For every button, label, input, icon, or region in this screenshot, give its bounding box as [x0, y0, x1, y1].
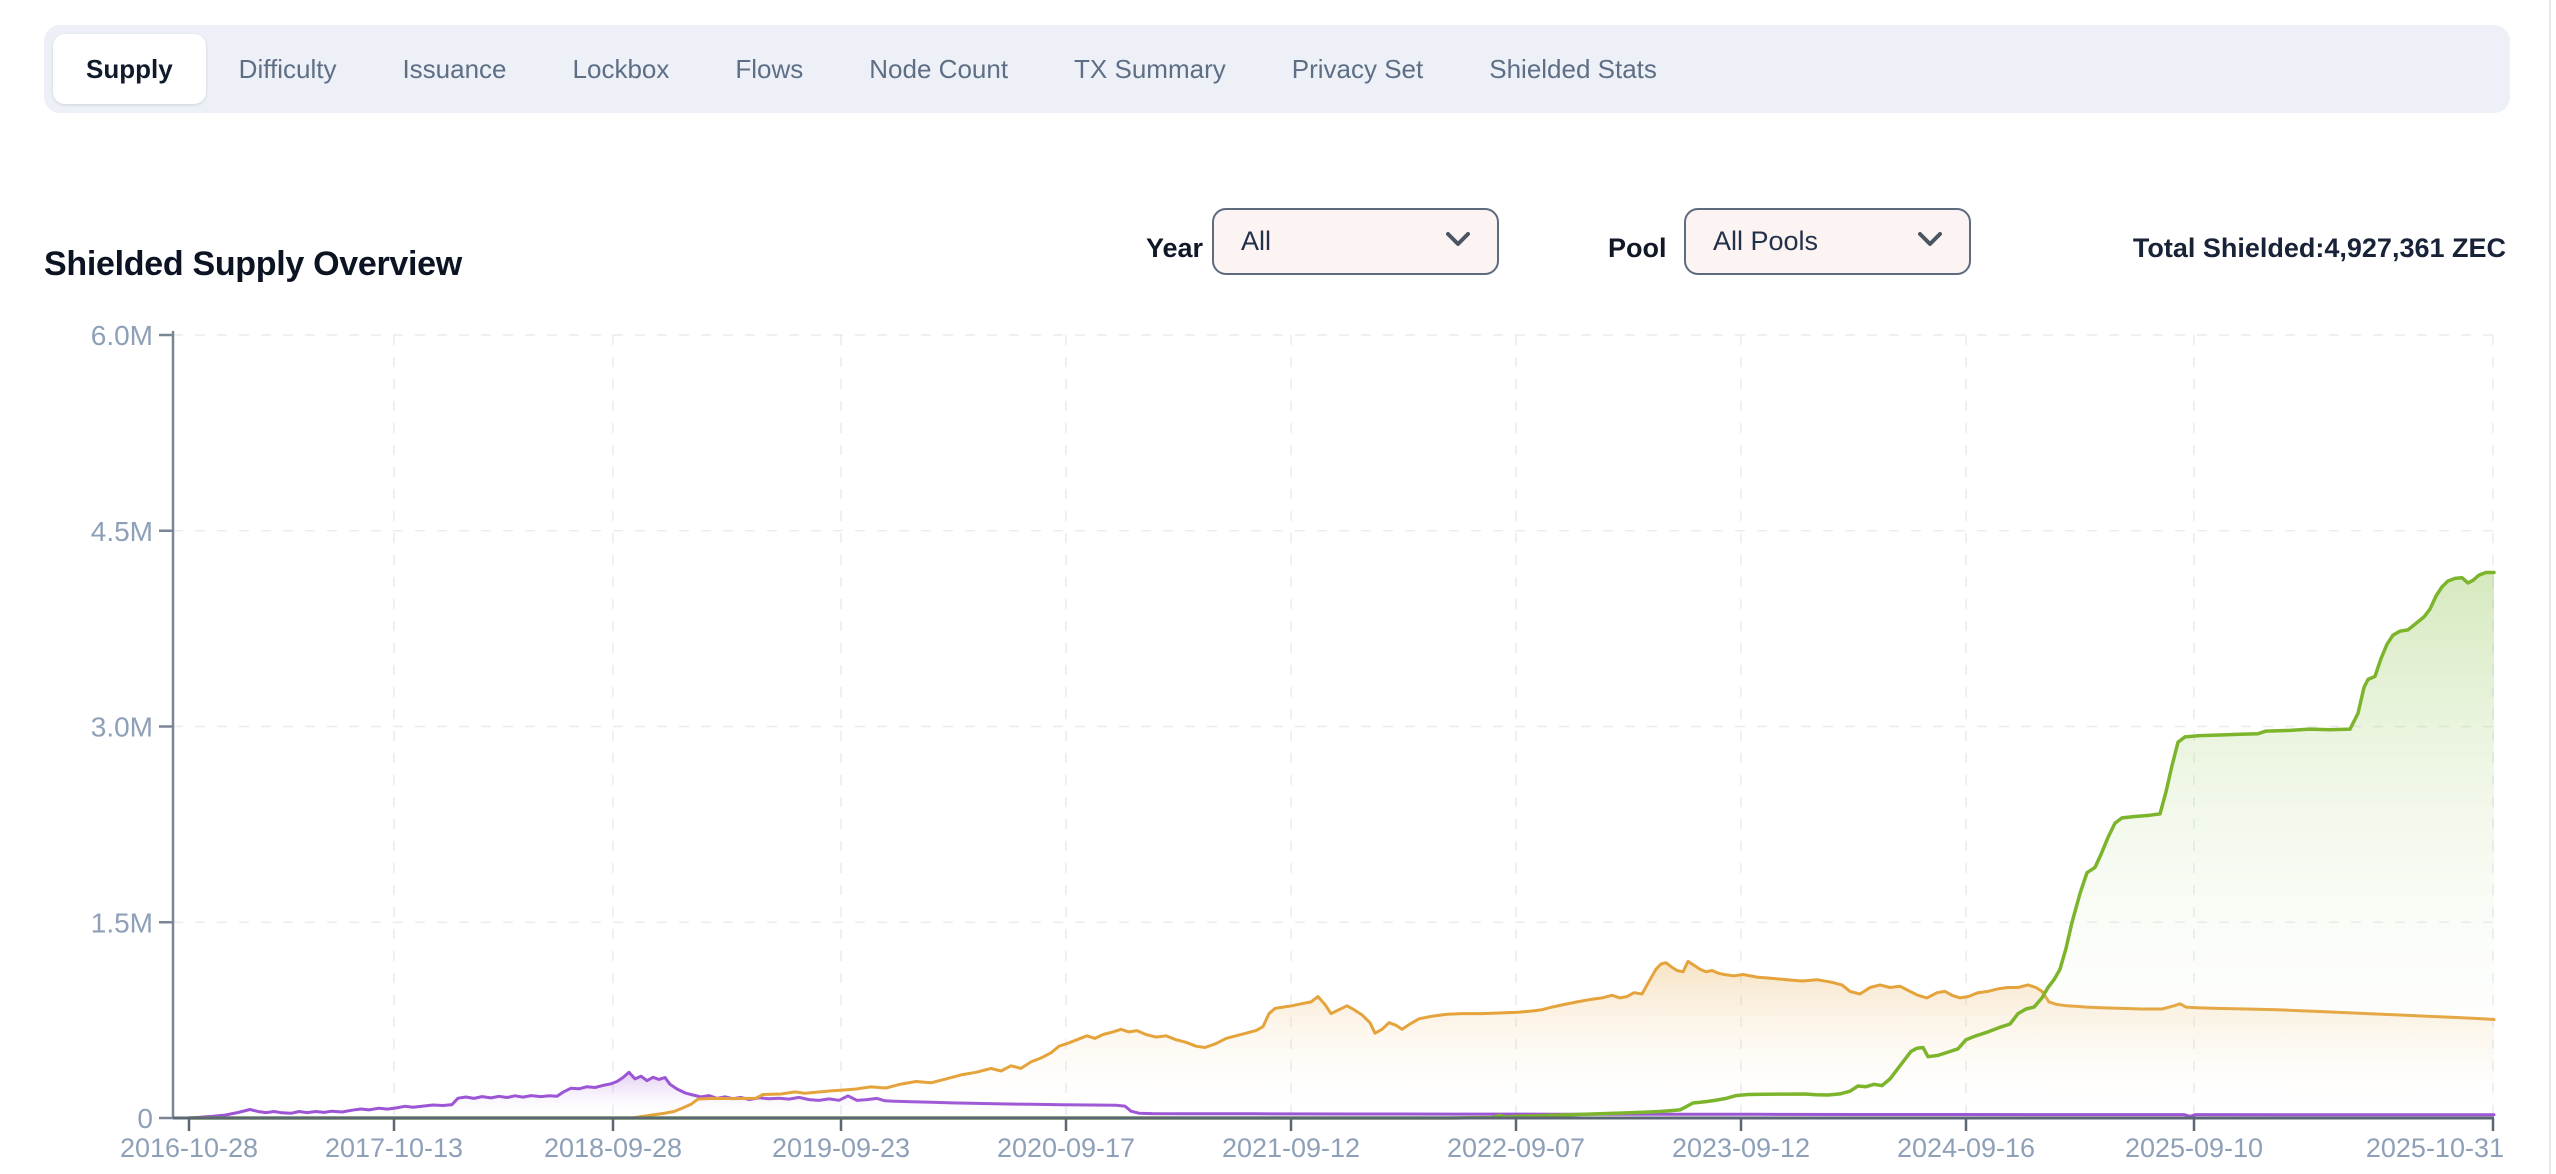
chart-canvas[interactable]: 0 1.5M 3.0M 4.5M 6.0M 2016-10-28 2017-10-13 201…: [0, 300, 2556, 1174]
pool-select[interactable]: All Pools: [1684, 208, 1971, 275]
x-axis-label-2023-09-12: 2023-09-12: [1672, 1133, 1810, 1163]
y-axis-label-6.0M: 6.0M: [91, 320, 153, 351]
tab-supply[interactable]: Supply: [53, 34, 206, 104]
x-axis-label-2022-09-07: 2022-09-07: [1447, 1133, 1585, 1163]
tab-flows[interactable]: Flows: [702, 34, 836, 104]
chevron-down-icon: [1915, 229, 1945, 254]
year-select[interactable]: All: [1212, 208, 1499, 275]
page-title: Shielded Supply Overview: [44, 245, 462, 284]
year-label: Year: [1146, 233, 1203, 264]
tab-node-count[interactable]: Node Count: [836, 34, 1041, 104]
x-axis-label-2025-09-10: 2025-09-10: [2125, 1133, 2263, 1163]
y-axis-label-3.0M: 3.0M: [91, 712, 153, 743]
shielded-supply-chart[interactable]: 0 1.5M 3.0M 4.5M 6.0M 2016-10-28 2017-10-13 201…: [0, 300, 2556, 1174]
tab-privacy-set[interactable]: Privacy Set: [1259, 34, 1457, 104]
tab-tx-summary[interactable]: TX Summary: [1041, 34, 1259, 104]
x-axis-label-2020-09-17: 2020-09-17: [997, 1133, 1135, 1163]
pool-select-value: All Pools: [1713, 226, 1915, 257]
pool-label: Pool: [1608, 233, 1667, 264]
x-axis-label-2018-09-28: 2018-09-28: [544, 1133, 682, 1163]
total-shielded: Total Shielded:4,927,361 ZEC: [2133, 233, 2506, 264]
tab-shielded-stats[interactable]: Shielded Stats: [1456, 34, 1690, 104]
total-shielded-label: Total Shielded:: [2133, 233, 2325, 263]
year-select-value: All: [1241, 226, 1443, 257]
x-axis-label-2025-10-31: 2025-10-31: [2366, 1133, 2504, 1163]
y-axis-label-1.5M: 1.5M: [91, 907, 153, 938]
x-axis-label-2019-09-23: 2019-09-23: [772, 1133, 910, 1163]
tab-lockbox[interactable]: Lockbox: [540, 34, 703, 104]
total-shielded-value: 4,927,361 ZEC: [2324, 233, 2506, 263]
x-axis-label-2016-10-28: 2016-10-28: [120, 1133, 258, 1163]
page-edge-divider: [2549, 0, 2551, 1174]
tab-issuance[interactable]: Issuance: [369, 34, 539, 104]
x-axis-label-2017-10-13: 2017-10-13: [325, 1133, 463, 1163]
tab-difficulty[interactable]: Difficulty: [206, 34, 370, 104]
y-axis-label-4.5M: 4.5M: [91, 516, 153, 547]
tab-bar: SupplyDifficultyIssuanceLockboxFlowsNode…: [44, 25, 2510, 113]
x-axis-label-2024-09-16: 2024-09-16: [1897, 1133, 2035, 1163]
y-axis-label-0: 0: [137, 1103, 153, 1134]
x-axis-label-2021-09-12: 2021-09-12: [1222, 1133, 1360, 1163]
chevron-down-icon: [1443, 229, 1473, 254]
shielded-supply-page: SupplyDifficultyIssuanceLockboxFlowsNode…: [0, 0, 2556, 1174]
